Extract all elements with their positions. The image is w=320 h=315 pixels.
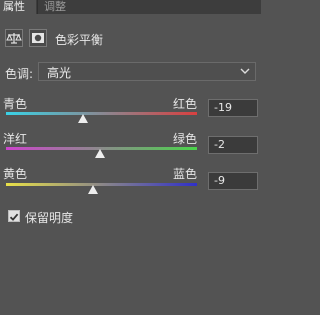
magenta-green-value-input[interactable]: -2 [208,136,258,154]
tone-label: 色调: [5,67,34,81]
yellow-blue-slider-thumb[interactable] [87,185,98,194]
red-label: 红色 [173,97,198,111]
cyan-red-value-input[interactable]: -19 [208,99,258,117]
cyan-red-slider-thumb[interactable] [78,114,89,123]
yellow-label: 黄色 [3,167,28,181]
tab-properties[interactable]: 属性 [0,0,36,14]
balance-scale-icon[interactable] [5,29,23,47]
tone-dropdown[interactable]: 高光 [38,62,256,81]
checkmark-icon [9,213,19,221]
chevron-down-icon [240,68,250,74]
yellow-blue-slider-track[interactable] [6,183,197,186]
adjustment-title: 色彩平衡 [55,33,104,47]
blue-label: 蓝色 [173,167,198,181]
tab-bar: 属性 调整 [0,0,261,14]
layer-mask-icon[interactable] [29,29,47,47]
green-label: 绿色 [173,132,198,146]
magenta-green-slider-thumb[interactable] [94,149,105,158]
tab-divider [37,0,38,14]
tab-adjustments[interactable]: 调整 [41,0,73,14]
preserve-luminosity-checkbox[interactable] [8,210,20,222]
tone-value: 高光 [47,66,72,80]
cyan-label: 青色 [3,97,28,111]
magenta-label: 洋红 [3,132,28,146]
cyan-red-slider-track[interactable] [6,112,197,115]
yellow-blue-value-input[interactable]: -9 [208,172,258,190]
preserve-luminosity-label[interactable]: 保留明度 [25,209,73,226]
